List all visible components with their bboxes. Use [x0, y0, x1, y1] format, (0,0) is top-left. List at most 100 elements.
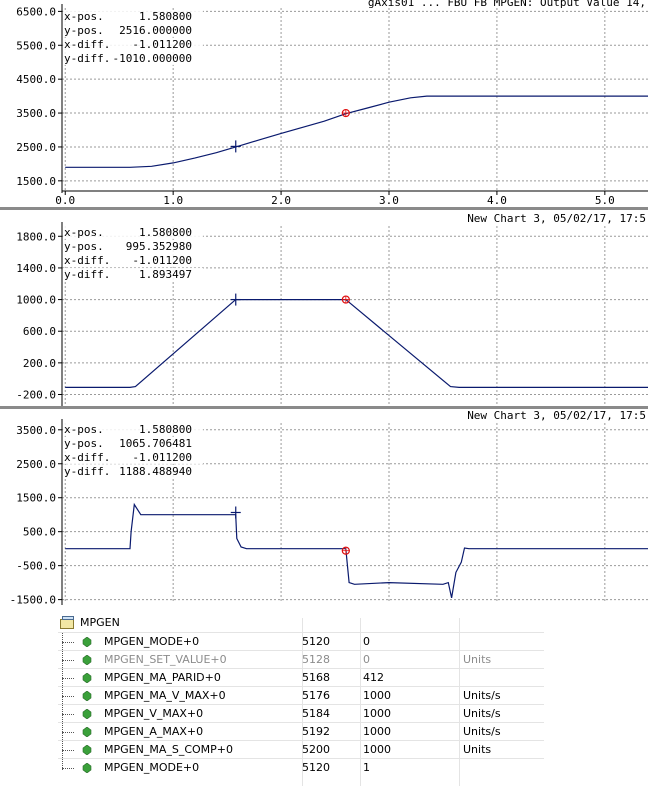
variable-name: MPGEN_MA_S_COMP+0	[104, 743, 234, 756]
table-row[interactable]: MPGEN_MODE+0 5120 1	[58, 758, 544, 777]
variable-address: 5200	[302, 743, 330, 756]
variable-unit: Units	[463, 653, 492, 666]
table-row[interactable]: MPGEN_MODE+0 5120 0	[58, 632, 544, 651]
y-tick-label: 2500.0	[16, 458, 56, 471]
readout-value: 1188.488940	[119, 465, 192, 478]
y-tick-label: 6500.0	[16, 5, 56, 18]
variable-unit: Units/s	[463, 689, 501, 702]
cursor-circle-marker[interactable]	[341, 546, 350, 555]
tree-branch	[62, 696, 74, 697]
table-row[interactable]: MPGEN_A_MAX+0 5192 1000 Units/s	[58, 722, 544, 741]
y-tick-label: -500.0	[16, 560, 56, 573]
table-row[interactable]: MPGEN_V_MAX+0 5184 1000 Units/s	[58, 704, 544, 723]
table-row[interactable]: MPGEN_SET_VALUE+0 5128 0 Units	[58, 650, 544, 669]
readout-label: x-pos.	[64, 10, 104, 23]
variable-address: 5184	[302, 707, 330, 720]
variable-name: MPGEN_MA_V_MAX+0	[104, 689, 226, 702]
x-tick-label: 5.0	[595, 194, 615, 207]
variable-leaf-icon	[82, 709, 92, 719]
tree-branch	[62, 750, 74, 751]
variable-leaf-icon	[82, 727, 92, 737]
x-tick-label: 1.0	[163, 194, 183, 207]
readout-label: y-pos.	[64, 240, 104, 253]
chart-panel-3[interactable]: New Chart 3, 05/02/17, 17:5 3500.0 2500.0…	[0, 409, 648, 605]
cursor-circle-marker[interactable]	[341, 295, 350, 304]
y-tick-label: 1500.0	[16, 175, 56, 188]
x-tick-label: 0.0	[55, 194, 75, 207]
chart-header: New Chart 3, 05/02/17, 17:5	[467, 409, 646, 422]
cursor-cross-marker[interactable]	[230, 506, 241, 519]
variable-name: MPGEN_SET_VALUE+0	[104, 653, 227, 666]
readout-label: y-diff.	[64, 465, 110, 478]
variable-leaf-icon	[82, 655, 92, 665]
x-tick-label: 3.0	[379, 194, 399, 207]
table-row[interactable]: MPGEN_MA_S_COMP+0 5200 1000 Units	[58, 740, 544, 759]
y-tick-label: 1400.0	[16, 262, 56, 275]
tree-branch	[62, 678, 74, 679]
cursor-cross-marker[interactable]	[230, 293, 241, 306]
variable-address: 5120	[302, 635, 330, 648]
variable-value: 1	[363, 761, 370, 774]
y-tick-label: 3500.0	[16, 107, 56, 120]
cursor-cross-marker[interactable]	[230, 140, 241, 153]
readout-value: 1.580800	[139, 423, 192, 436]
variable-leaf-icon	[82, 673, 92, 683]
y-tick-label: 4500.0	[16, 73, 56, 86]
readout-label: y-diff.	[64, 268, 110, 281]
y-tick-label: 600.0	[23, 325, 56, 338]
variable-value: 1000	[363, 725, 391, 738]
y-tick-label: 2500.0	[16, 141, 56, 154]
readout-label: y-diff.	[64, 52, 110, 65]
cursor-circle-marker[interactable]	[341, 108, 350, 118]
variable-name: MPGEN_MODE+0	[104, 635, 200, 648]
variable-address: 5176	[302, 689, 330, 702]
tree-branch	[62, 732, 74, 733]
variable-address: 5192	[302, 725, 330, 738]
chart-panel-2[interactable]: New Chart 3, 05/02/17, 17:5 1800.0 1400.0…	[0, 210, 648, 406]
series-line[interactable]	[65, 95, 648, 168]
chart-1-plot[interactable]: gAxis01 ... FBU FB MPGEN: Output Value 1…	[0, 0, 648, 207]
readout-label: x-pos.	[64, 423, 104, 436]
readout-label: x-pos.	[64, 226, 104, 239]
variable-value: 0	[363, 635, 370, 648]
variable-leaf-icon	[82, 763, 92, 773]
structure-icon	[60, 616, 74, 629]
variable-address: 5120	[302, 761, 330, 774]
chart-2-plot[interactable]: New Chart 3, 05/02/17, 17:5 1800.0 1400.0…	[0, 210, 648, 406]
readout-value: 1065.706481	[119, 437, 192, 450]
variable-value: 412	[363, 671, 384, 684]
variable-unit: Units/s	[463, 707, 501, 720]
tree-root-label: MPGEN	[80, 616, 120, 629]
readout-label: y-pos.	[64, 437, 104, 450]
variable-unit: Units	[463, 743, 492, 756]
x-tick-label: 4.0	[487, 194, 507, 207]
variable-address: 5168	[302, 671, 330, 684]
y-tick-label: 1500.0	[16, 492, 56, 505]
table-row[interactable]: MPGEN_MA_PARID+0 5168 412	[58, 668, 544, 687]
table-row[interactable]: MPGEN_MA_V_MAX+0 5176 1000 Units/s	[58, 686, 544, 705]
readout-value: 995.352980	[126, 240, 192, 253]
tree-branch	[62, 768, 74, 769]
chart-3-plot[interactable]: New Chart 3, 05/02/17, 17:5 3500.0 2500.0…	[0, 409, 648, 605]
y-tick-label: 200.0	[23, 357, 56, 370]
readout-value: -1.011200	[132, 451, 192, 464]
y-tick-label: -200.0	[16, 389, 56, 402]
series-line[interactable]	[65, 502, 648, 599]
readout-label: x-diff.	[64, 38, 110, 51]
readout-value: 1.580800	[139, 226, 192, 239]
variable-address: 5128	[302, 653, 330, 666]
variable-name: MPGEN_A_MAX+0	[104, 725, 204, 738]
y-tick-label: -1500.0	[10, 594, 56, 605]
series-line[interactable]	[65, 298, 648, 388]
cursor-readout: x-pos. 1.580800 y-pos. 1065.706481 x-diff. -1…	[63, 423, 203, 478]
variable-value: 1000	[363, 743, 391, 756]
variable-leaf-icon	[82, 745, 92, 755]
variable-value: 1000	[363, 707, 391, 720]
tree-branch	[62, 642, 74, 643]
x-tick-label: 2.0	[271, 194, 291, 207]
variable-table[interactable]: MPGEN MPGEN_MODE+0 5120 0 MPGEN_SET_VALUE+0…	[0, 610, 648, 786]
chart-panel-1[interactable]: gAxis01 ... FBU FB MPGEN: Output Value 1…	[0, 0, 648, 207]
variable-unit: Units/s	[463, 725, 501, 738]
variable-value: 0	[363, 653, 370, 666]
y-tick-label: 3500.0	[16, 424, 56, 437]
